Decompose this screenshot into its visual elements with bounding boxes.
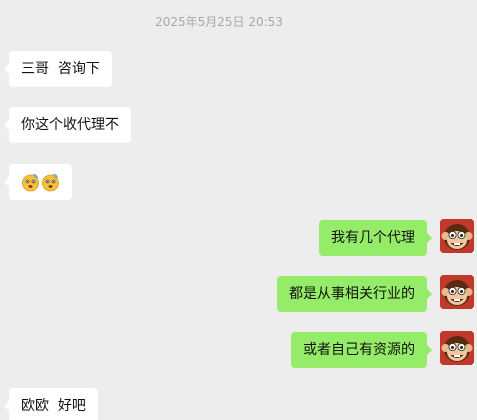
monkey-avatar-icon[interactable]	[440, 331, 474, 365]
message-text: 或者自己有资源的	[303, 342, 415, 358]
monkey-avatar-icon[interactable]	[440, 219, 474, 253]
message-timestamp: 2025年5月25日 20:53	[155, 15, 283, 29]
message-text: 我有几个代理	[331, 230, 415, 246]
outgoing-message-bubble[interactable]: 或者自己有资源的	[291, 332, 432, 368]
outgoing-message-bubble[interactable]: 都是从事相关行业的	[277, 276, 432, 312]
dizzy-face-emoji-icon	[21, 173, 40, 192]
monkey-avatar-icon[interactable]	[440, 275, 474, 309]
incoming-message-bubble[interactable]: 你这个收代理不	[4, 107, 131, 143]
message-text: 都是从事相关行业的	[289, 286, 415, 302]
emoji-row	[21, 172, 60, 192]
incoming-message-bubble[interactable]: 欧欧 好吧	[4, 388, 98, 420]
chat-window: 2025年5月25日 20:53 三哥 咨询下 你这个收代理不 我有几个代理 都…	[0, 0, 477, 420]
outgoing-message-bubble[interactable]: 我有几个代理	[319, 220, 432, 256]
dizzy-face-emoji-icon	[41, 173, 60, 192]
message-text: 欧欧 好吧	[21, 398, 86, 414]
incoming-message-bubble[interactable]: 三哥 咨询下	[4, 51, 112, 87]
incoming-emoji-bubble[interactable]	[4, 164, 72, 200]
message-text: 三哥 咨询下	[21, 61, 100, 77]
message-text: 你这个收代理不	[21, 117, 119, 133]
